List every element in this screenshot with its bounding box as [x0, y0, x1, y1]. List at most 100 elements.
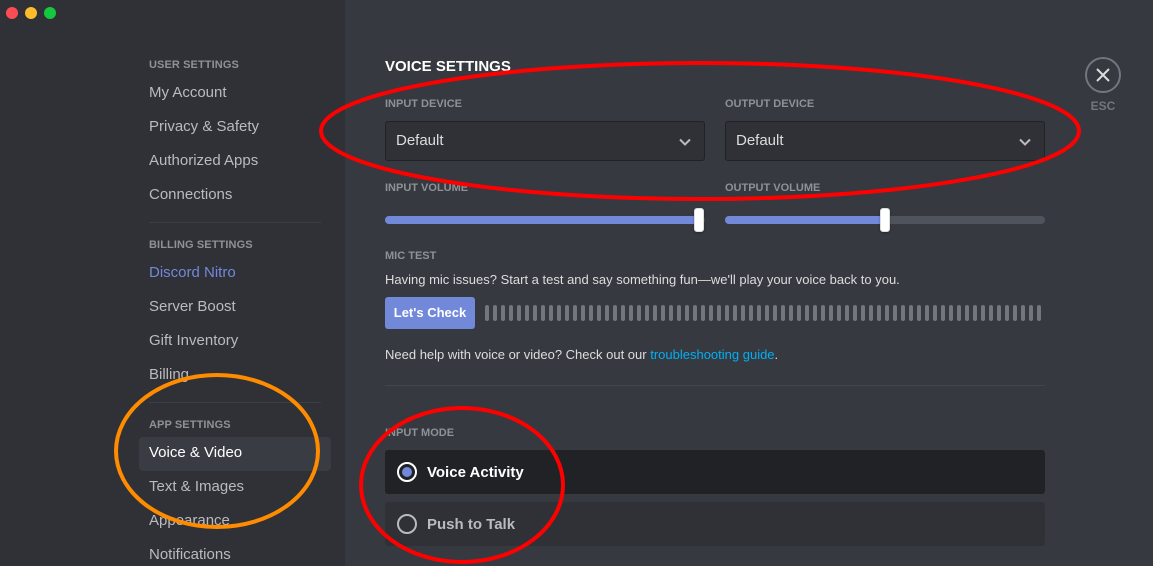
sidebar-item-appearance[interactable]: Appearance [139, 505, 331, 539]
mic-level-bar [773, 305, 777, 321]
esc-label: ESC [1090, 99, 1116, 113]
mic-level-bar [637, 305, 641, 321]
mic-level-bar [789, 305, 793, 321]
close-button[interactable] [1085, 57, 1121, 93]
mic-level-bar [893, 305, 897, 321]
sidebar-item-notifications[interactable]: Notifications [139, 539, 331, 566]
mic-level-bar [981, 305, 985, 321]
sidebar-item-my-account[interactable]: My Account [139, 77, 331, 111]
mic-level-bar [925, 305, 929, 321]
mic-level-bar [933, 305, 937, 321]
input-mode-label: Input Mode [385, 427, 455, 439]
mic-level-bar [861, 305, 865, 321]
mic-level-bar [909, 305, 913, 321]
mic-level-bar [837, 305, 841, 321]
slider-thumb[interactable] [694, 208, 704, 232]
mic-level-bar [989, 305, 993, 321]
sidebar-item-authorized-apps[interactable]: Authorized Apps [139, 145, 331, 179]
mic-level-bar [829, 305, 833, 321]
help-text: Need help with voice or video? Check out… [385, 347, 778, 362]
mic-level-bar [805, 305, 809, 321]
mic-level-bar [885, 305, 889, 321]
window-maximize-button[interactable] [44, 7, 56, 19]
mic-level-bar [597, 305, 601, 321]
mic-level-bar [749, 305, 753, 321]
mic-level-bar [565, 305, 569, 321]
mic-level-bar [845, 305, 849, 321]
mic-level-bar [517, 305, 521, 321]
sidebar-item-text-images[interactable]: Text & Images [139, 471, 331, 505]
output-device-label: Output Device [725, 98, 815, 110]
sidebar-divider [149, 222, 321, 223]
mic-level-bar [485, 305, 489, 321]
lets-check-button[interactable]: Let's Check [385, 297, 475, 329]
settings-sidebar: User Settings My Account Privacy & Safet… [0, 0, 345, 566]
mic-level-bar [757, 305, 761, 321]
mic-level-bar [781, 305, 785, 321]
mic-level-bar [901, 305, 905, 321]
mic-level-bar [973, 305, 977, 321]
window-close-button[interactable] [6, 7, 18, 19]
mic-level-bar [557, 305, 561, 321]
mic-level-bar [629, 305, 633, 321]
mic-test-description: Having mic issues? Start a test and say … [385, 272, 900, 287]
page-title: Voice Settings [385, 58, 511, 75]
input-device-select[interactable]: Default [385, 121, 705, 161]
mic-level-bar [645, 305, 649, 321]
mic-level-bar [693, 305, 697, 321]
mic-level-bar [997, 305, 1001, 321]
mic-level-bar [709, 305, 713, 321]
sidebar-item-gift-inventory[interactable]: Gift Inventory [139, 325, 331, 359]
sidebar-item-billing[interactable]: Billing [139, 359, 331, 393]
input-volume-slider[interactable] [385, 208, 705, 232]
mic-level-bar [1005, 305, 1009, 321]
mic-level-bar [765, 305, 769, 321]
mic-level-bar [677, 305, 681, 321]
input-device-value: Default [396, 132, 444, 149]
mic-level-bar [1029, 305, 1033, 321]
close-icon [1096, 68, 1110, 82]
mic-level-bar [605, 305, 609, 321]
mic-level-bar [869, 305, 873, 321]
sidebar-item-voice-video[interactable]: Voice & Video [139, 437, 331, 471]
mic-level-bar [1021, 305, 1025, 321]
section-divider [385, 385, 1045, 386]
input-device-label: Input Device [385, 98, 463, 110]
input-volume-label: Input Volume [385, 182, 469, 194]
sidebar-item-privacy-safety[interactable]: Privacy & Safety [139, 111, 331, 145]
output-volume-label: Output Volume [725, 182, 821, 194]
mic-level-bar [525, 305, 529, 321]
mic-level-bar [541, 305, 545, 321]
mic-level-bar [1037, 305, 1041, 321]
section-header-billing-settings: Billing Settings [149, 239, 253, 251]
output-device-select[interactable]: Default [725, 121, 1045, 161]
radio-option-push-to-talk[interactable]: Push to Talk [385, 502, 1045, 546]
mic-level-bar [701, 305, 705, 321]
mic-level-bar [797, 305, 801, 321]
slider-thumb[interactable] [880, 208, 890, 232]
mic-level-bar [613, 305, 617, 321]
mic-level-bar [573, 305, 577, 321]
window-minimize-button[interactable] [25, 7, 37, 19]
output-volume-slider[interactable] [725, 208, 1045, 232]
mic-level-bar [717, 305, 721, 321]
sidebar-item-discord-nitro[interactable]: Discord Nitro [139, 257, 331, 291]
radio-checked-icon [397, 462, 417, 482]
mic-level-meter [485, 305, 1045, 321]
mic-level-bar [813, 305, 817, 321]
mic-level-bar [653, 305, 657, 321]
mic-level-bar [685, 305, 689, 321]
radio-label: Voice Activity [427, 463, 524, 481]
radio-label: Push to Talk [427, 515, 516, 533]
mic-level-bar [581, 305, 585, 321]
settings-nav: User Settings My Account Privacy & Safet… [139, 57, 331, 566]
troubleshooting-guide-link[interactable]: troubleshooting guide [650, 347, 774, 362]
chevron-down-icon [1019, 138, 1031, 146]
sidebar-item-server-boost[interactable]: Server Boost [139, 291, 331, 325]
mic-level-bar [589, 305, 593, 321]
section-header-app-settings: App Settings [149, 419, 231, 431]
mic-level-bar [669, 305, 673, 321]
sidebar-item-connections[interactable]: Connections [139, 179, 331, 213]
radio-option-voice-activity[interactable]: Voice Activity [385, 450, 1045, 494]
section-header-user-settings: User Settings [149, 59, 239, 71]
